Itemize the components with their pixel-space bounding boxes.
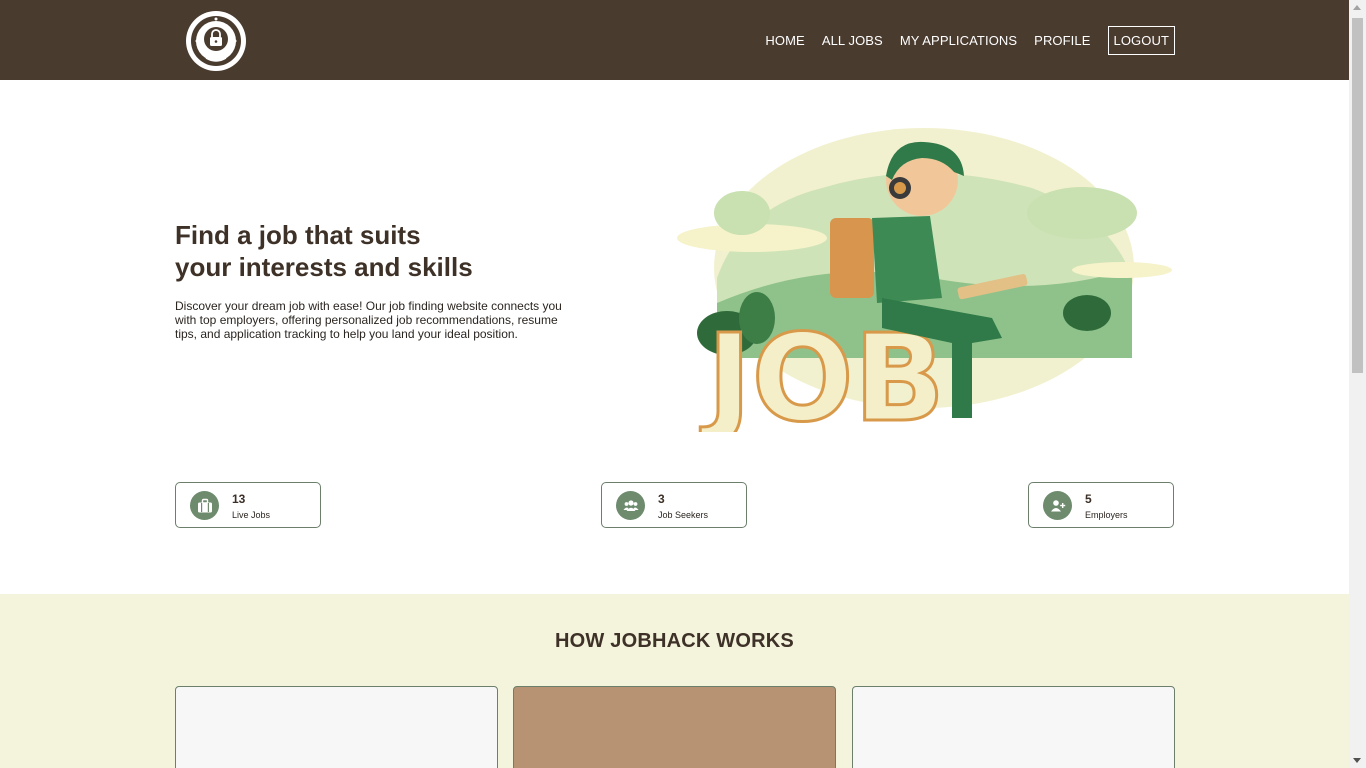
stat-value: 3 — [658, 492, 665, 506]
page-scrollbar[interactable] — [1349, 0, 1366, 768]
users-icon — [616, 491, 645, 520]
scroll-down-arrow-icon[interactable] — [1353, 758, 1361, 763]
jobhack-logo[interactable] — [186, 11, 246, 71]
stat-label: Employers — [1085, 510, 1128, 520]
nav-my-applications[interactable]: MY APPLICATIONS — [900, 33, 1017, 48]
hero-title-line-1: Find a job that suits — [175, 220, 421, 250]
how-step-card-3[interactable] — [852, 686, 1175, 768]
robot-job-illustration: JOB — [677, 128, 1172, 432]
logout-button[interactable]: LOGOUT — [1107, 25, 1175, 55]
how-step-card-2[interactable] — [513, 686, 836, 768]
stat-value: 13 — [232, 492, 246, 506]
hero-description: Discover your dream job with ease! Our j… — [175, 299, 562, 341]
logo-badge-icon — [188, 13, 244, 69]
stat-employers: 5 Employers — [1028, 482, 1174, 528]
nav-all-jobs[interactable]: ALL JOBS — [822, 33, 883, 48]
navbar: HOME ALL JOBS MY APPLICATIONS PROFILE LO… — [0, 0, 1349, 80]
hero-illustration: JOB — [672, 128, 1178, 432]
how-step-card-1[interactable] — [175, 686, 498, 768]
scrollbar-thumb[interactable] — [1352, 18, 1363, 373]
scroll-up-arrow-icon[interactable] — [1353, 5, 1361, 10]
stat-label: Job Seekers — [658, 510, 709, 520]
nav-profile[interactable]: PROFILE — [1034, 33, 1090, 48]
hero-title-line-2: your interests and skills — [175, 252, 473, 282]
stat-job-seekers: 3 Job Seekers — [601, 482, 747, 528]
stat-live-jobs: 13 Live Jobs — [175, 482, 321, 528]
hero-title: Find a job that suits your interests and… — [175, 219, 595, 283]
user-plus-icon — [1043, 491, 1072, 520]
nav-home[interactable]: HOME — [765, 33, 804, 48]
how-it-works-section: HOW JOBHACK WORKS — [0, 594, 1349, 768]
briefcase-icon — [190, 491, 219, 520]
stat-label: Live Jobs — [232, 510, 271, 520]
how-it-works-title: HOW JOBHACK WORKS — [555, 630, 794, 652]
stat-value: 5 — [1085, 492, 1092, 506]
main-nav: HOME ALL JOBS MY APPLICATIONS PROFILE LO… — [765, 0, 1175, 80]
